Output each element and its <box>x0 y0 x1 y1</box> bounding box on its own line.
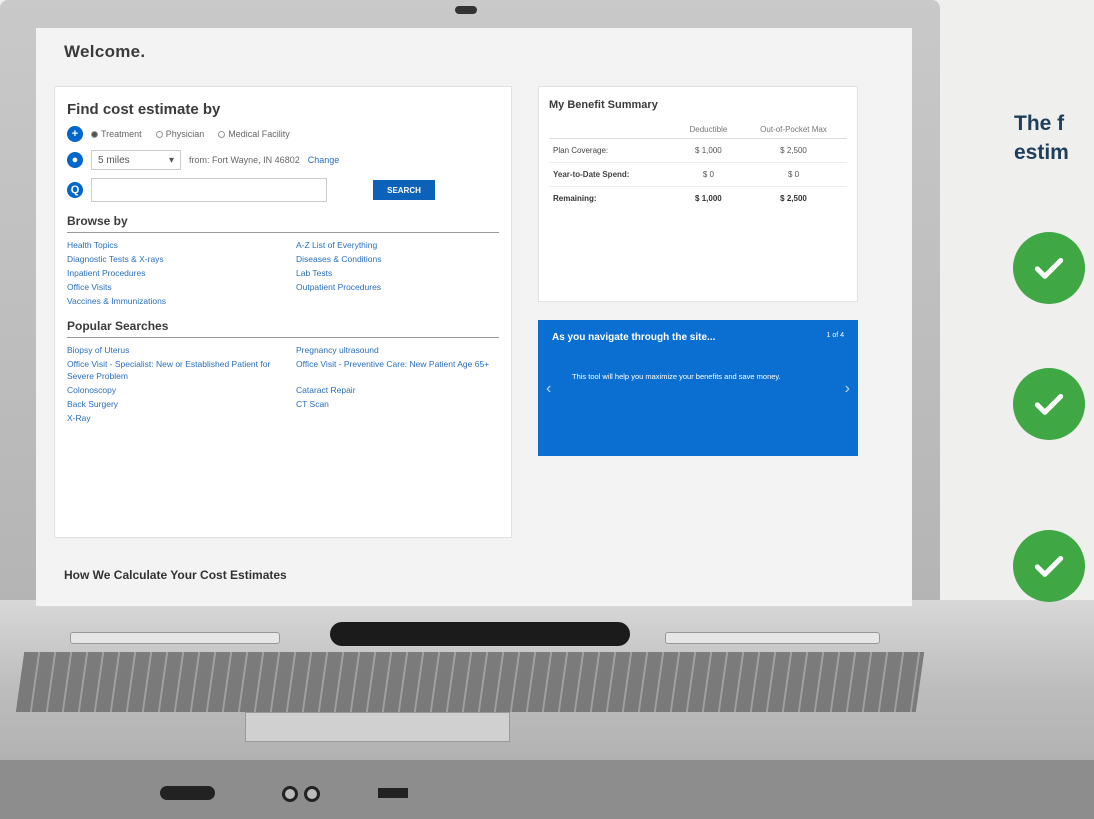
list-item[interactable]: A-Z List of Everything <box>296 239 496 251</box>
search-row: Q SEARCH <box>67 178 499 202</box>
distance-select[interactable]: 5 miles ▾ <box>91 150 181 170</box>
list-item[interactable]: Back Surgery <box>67 398 292 410</box>
checkmark-icon <box>1013 368 1085 440</box>
list-item[interactable]: Office Visit - Preventive Care: New Pati… <box>296 358 496 382</box>
radio-medical-facility[interactable]: Medical Facility <box>218 129 290 139</box>
table-row: Year-to-Date Spend: $ 0 $ 0 <box>549 162 847 187</box>
marketing-heading: The f estim <box>1014 112 1069 164</box>
column-header: Deductible <box>676 121 741 139</box>
benefit-table: Deductible Out-of-Pocket Max Plan Covera… <box>549 121 847 210</box>
keyboard <box>15 652 925 712</box>
laptop-screen: Welcome. Find cost estimate by + Treatme… <box>36 28 912 606</box>
list-item[interactable]: Pregnancy ultrasound <box>296 344 496 356</box>
search-input[interactable] <box>91 178 327 202</box>
search-type-row: + Treatment Physician Medical Facility <box>67 126 499 142</box>
benefit-title: My Benefit Summary <box>549 99 658 111</box>
audio-jack-icon <box>304 786 320 802</box>
location-row: ● 5 miles ▾ from: Fort Wayne, IN 46802 Ch… <box>67 150 499 170</box>
checkmark-icon <box>1013 530 1085 602</box>
table-row: Remaining: $ 1,000 $ 2,500 <box>553 194 807 203</box>
checkmark-icon <box>1013 232 1085 304</box>
popular-list: Biopsy of Uterus Pregnancy ultrasound Of… <box>67 344 499 424</box>
browse-list: Health Topics A-Z List of Everything Dia… <box>67 239 499 307</box>
list-item[interactable]: Office Visits <box>67 281 292 293</box>
location-pin-icon: ● <box>67 152 83 168</box>
list-item[interactable]: Vaccines & Immunizations <box>67 295 292 307</box>
usb-port-icon <box>378 788 408 798</box>
browse-heading: Browse by <box>67 214 499 233</box>
list-item[interactable]: CT Scan <box>296 398 496 410</box>
port-icon <box>160 786 215 800</box>
plus-icon: + <box>67 126 83 142</box>
change-location-link[interactable]: Change <box>308 155 340 165</box>
list-item[interactable]: Office Visit - Specialist: New or Establ… <box>67 358 292 382</box>
location-text: from: Fort Wayne, IN 46802 <box>189 155 300 165</box>
chevron-down-icon: ▾ <box>168 154 174 166</box>
list-item[interactable]: Inpatient Procedures <box>67 267 292 279</box>
list-item[interactable]: Diagnostic Tests & X-rays <box>67 253 292 265</box>
page-title: Welcome. <box>64 42 146 61</box>
webcam-icon <box>455 6 477 14</box>
list-item[interactable]: Cataract Repair <box>296 384 496 396</box>
table-row: Plan Coverage: $ 1,000 $ 2,500 <box>549 138 847 163</box>
find-title: Find cost estimate by <box>67 101 221 118</box>
search-icon: Q <box>67 182 83 198</box>
tip-carousel: As you navigate through the site... 1 of… <box>538 320 858 456</box>
hinge-center <box>330 622 630 646</box>
popular-heading: Popular Searches <box>67 319 499 338</box>
find-cost-card: Find cost estimate by + Treatment Physic… <box>54 86 512 538</box>
column-header: Out-of-Pocket Max <box>740 121 847 139</box>
tip-counter: 1 of 4 <box>826 332 844 339</box>
trackpad <box>245 712 510 742</box>
list-item[interactable]: Diseases & Conditions <box>296 253 496 265</box>
how-we-calculate-heading: How We Calculate Your Cost Estimates <box>64 568 287 582</box>
benefit-summary-card: My Benefit Summary Deductible Out-of-Poc… <box>538 86 858 302</box>
list-item[interactable]: Health Topics <box>67 239 292 251</box>
list-item[interactable]: Colonoscopy <box>67 384 292 396</box>
list-item[interactable]: Outpatient Procedures <box>296 281 496 293</box>
list-item[interactable]: X-Ray <box>67 412 292 424</box>
radio-physician[interactable]: Physician <box>155 129 204 139</box>
list-item[interactable]: Biopsy of Uterus <box>67 344 292 356</box>
tip-title: As you navigate through the site... <box>552 332 716 343</box>
chevron-right-icon[interactable]: › <box>845 380 850 398</box>
radio-treatment[interactable]: Treatment <box>91 129 142 139</box>
tip-body: This tool will help you maximize your be… <box>572 372 781 381</box>
hinge-right <box>665 632 880 644</box>
chevron-left-icon[interactable]: ‹ <box>546 380 551 398</box>
search-button[interactable]: SEARCH <box>373 180 435 200</box>
hinge-left <box>70 632 280 644</box>
list-item[interactable]: Lab Tests <box>296 267 496 279</box>
audio-jack-icon <box>282 786 298 802</box>
